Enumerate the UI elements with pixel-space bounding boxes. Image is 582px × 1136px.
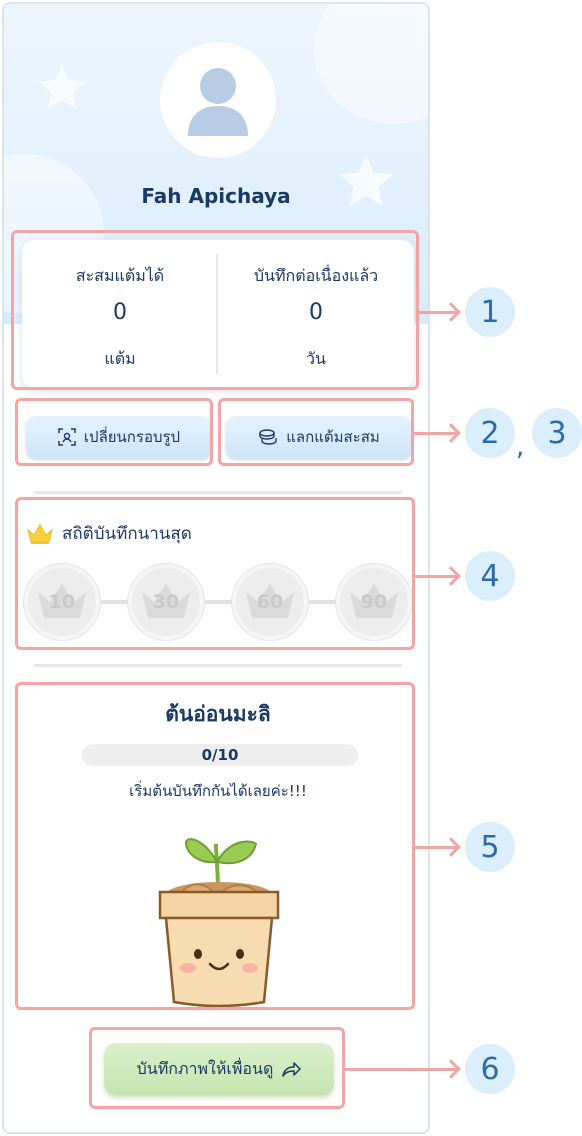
callout-number-3: 3 bbox=[532, 408, 582, 458]
callout-arrow-1 bbox=[441, 302, 461, 322]
highlight-box-3 bbox=[218, 398, 414, 466]
callout-arrow-5 bbox=[441, 837, 461, 857]
badge-number: 60 bbox=[256, 591, 284, 613]
badge-number: 90 bbox=[360, 591, 388, 613]
profile-name: Fah Apichaya bbox=[141, 184, 291, 208]
callout-arrow-6 bbox=[441, 1059, 461, 1079]
user-avatar-icon bbox=[188, 68, 248, 136]
callout-separator: , bbox=[516, 432, 525, 462]
callout-number-1: 1 bbox=[465, 287, 515, 337]
divider bbox=[34, 491, 402, 494]
bg-decoration bbox=[314, 4, 428, 124]
star-decoration-icon bbox=[38, 64, 86, 109]
highlight-box-2 bbox=[15, 398, 213, 466]
callout-arrow-4 bbox=[441, 566, 461, 586]
callout-number-2: 2 bbox=[465, 408, 515, 458]
callout-number-4: 4 bbox=[465, 551, 515, 601]
badge-number: 30 bbox=[152, 591, 180, 613]
highlight-box-1 bbox=[11, 230, 419, 390]
callout-number-5: 5 bbox=[465, 822, 515, 872]
badge-number: 10 bbox=[48, 591, 76, 613]
highlight-box-4 bbox=[15, 497, 415, 650]
highlight-box-5 bbox=[15, 682, 415, 1010]
highlight-box-6 bbox=[89, 1027, 345, 1109]
callout-arrow-2 bbox=[441, 423, 461, 443]
divider bbox=[34, 664, 402, 667]
callout-number-6: 6 bbox=[465, 1044, 515, 1094]
avatar[interactable] bbox=[160, 42, 276, 158]
